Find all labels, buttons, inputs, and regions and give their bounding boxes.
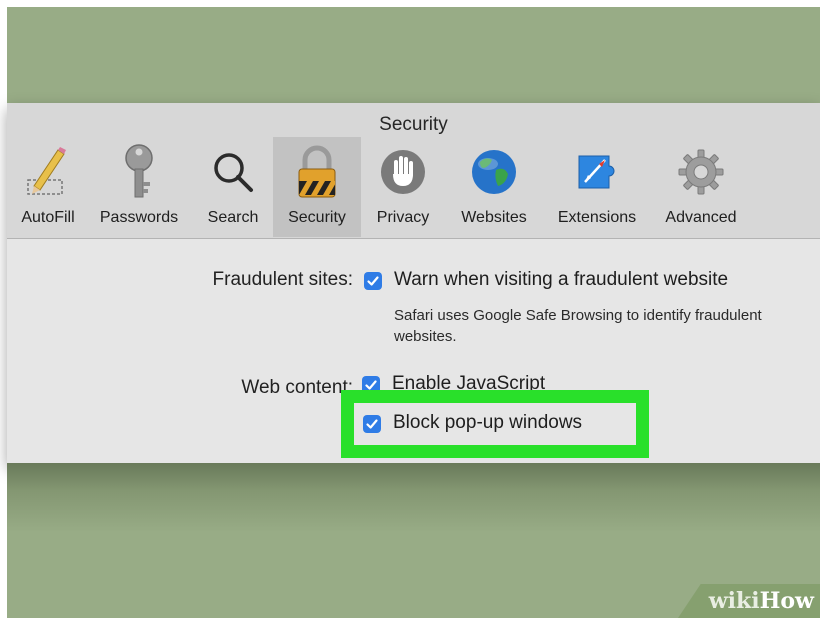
block-popups-checkbox[interactable] xyxy=(363,415,381,433)
highlight-box: Block pop-up windows xyxy=(341,390,649,458)
block-popups-option[interactable]: Block pop-up windows xyxy=(393,412,582,434)
checkmark-icon xyxy=(366,419,378,429)
tab-websites-label: Websites xyxy=(461,209,527,226)
tab-passwords[interactable]: Passwords xyxy=(89,137,189,237)
checkmark-icon xyxy=(365,380,377,390)
enable-javascript-checkbox[interactable] xyxy=(362,376,380,390)
tab-privacy[interactable]: Privacy xyxy=(367,137,439,237)
hand-icon xyxy=(373,141,433,203)
window-title: Security xyxy=(379,114,448,135)
tab-privacy-label: Privacy xyxy=(376,209,430,226)
javascript-row: Enable JavaScript xyxy=(362,368,622,390)
autofill-icon xyxy=(18,141,78,203)
tab-security-label: Security xyxy=(288,209,346,226)
desktop-background-bottom: wikiHow xyxy=(7,463,820,618)
globe-icon xyxy=(464,141,524,203)
watermark-wiki: wiki xyxy=(708,588,760,614)
web-content-label: Web content: xyxy=(241,377,353,398)
safe-browsing-note: Safari uses Google Safe Browsing to iden… xyxy=(394,307,762,345)
desktop-background-top xyxy=(7,7,820,103)
fraudulent-warning-checkbox[interactable] xyxy=(364,272,382,290)
tab-search[interactable]: Search xyxy=(197,137,269,237)
preferences-toolbar: Security AutoFill Passwords Search Secur… xyxy=(7,103,820,239)
highlight-inner: Block pop-up windows xyxy=(354,403,636,445)
tab-autofill[interactable]: AutoFill xyxy=(7,137,89,237)
watermark-how: How xyxy=(759,588,814,614)
key-icon xyxy=(109,141,169,203)
gear-icon xyxy=(671,141,731,203)
tab-advanced-label: Advanced xyxy=(665,209,737,226)
tab-security[interactable]: Security xyxy=(273,137,361,237)
tab-autofill-label: AutoFill xyxy=(21,209,75,226)
extensions-puzzle-icon xyxy=(567,141,627,203)
tab-search-label: Search xyxy=(207,209,259,226)
wikihow-watermark: wikiHow xyxy=(709,588,814,614)
tab-websites[interactable]: Websites xyxy=(447,137,541,237)
checkmark-icon xyxy=(367,276,379,286)
enable-javascript-option[interactable]: Enable JavaScript xyxy=(392,373,545,390)
fraudulent-warning-option[interactable]: Warn when visiting a fraudulent website xyxy=(394,269,728,291)
tab-advanced[interactable]: Advanced xyxy=(653,137,749,237)
tab-extensions[interactable]: Extensions xyxy=(545,137,649,237)
tab-extensions-label: Extensions xyxy=(557,209,637,226)
lock-icon xyxy=(287,141,347,203)
magnifier-icon xyxy=(203,141,263,203)
tab-passwords-label: Passwords xyxy=(99,209,179,226)
fraudulent-sites-label: Fraudulent sites: xyxy=(212,269,353,290)
